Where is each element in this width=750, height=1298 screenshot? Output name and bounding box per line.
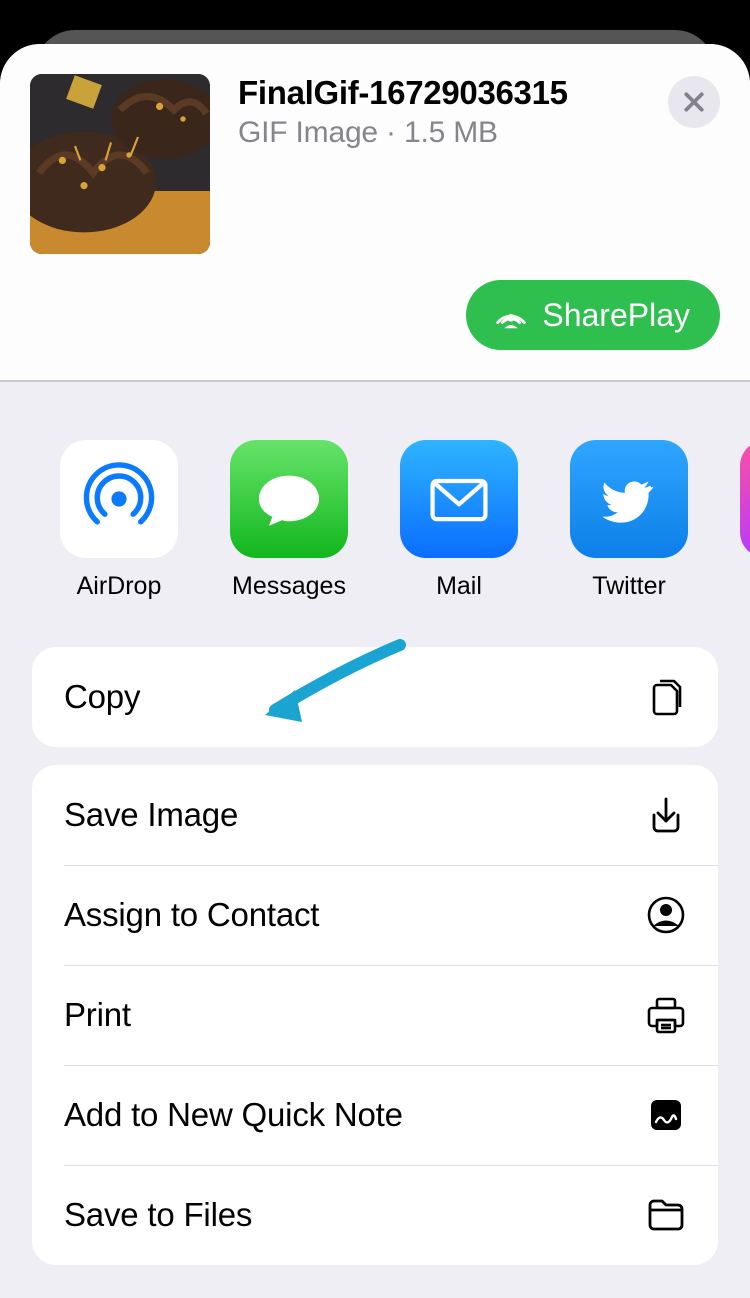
close-icon: [683, 91, 705, 113]
action-group-copy: Copy: [32, 647, 718, 747]
action-quick-note[interactable]: Add to New Quick Note: [32, 1065, 718, 1165]
save-image-icon: [644, 793, 688, 837]
app-row[interactable]: AirDrop Messages Mail: [0, 382, 750, 629]
copy-icon: [644, 675, 688, 719]
app-label: Mail: [436, 572, 482, 601]
action-save-image[interactable]: Save Image: [32, 765, 718, 865]
edit-actions-button[interactable]: Edit Actions…: [32, 1265, 718, 1298]
file-subtitle: GIF Image · 1.5 MB: [238, 116, 658, 150]
action-group-main: Save Image Assign to Contact Print Add t…: [32, 765, 718, 1265]
twitter-icon: [593, 463, 665, 535]
app-mail[interactable]: Mail: [374, 440, 544, 601]
action-save-files[interactable]: Save to Files: [32, 1165, 718, 1265]
file-info: FinalGif-16729036315 GIF Image · 1.5 MB: [238, 74, 658, 150]
app-airdrop[interactable]: AirDrop: [34, 440, 204, 601]
app-label: AirDrop: [77, 572, 162, 601]
print-icon: [644, 993, 688, 1037]
shareplay-icon: [492, 296, 530, 334]
quick-note-icon: [644, 1093, 688, 1137]
action-label: Assign to Contact: [64, 896, 319, 934]
app-label: Messages: [232, 572, 346, 601]
app-label: Twitter: [592, 572, 666, 601]
action-label: Copy: [64, 678, 140, 716]
action-label: Save to Files: [64, 1196, 252, 1234]
file-title: FinalGif-16729036315: [238, 74, 658, 112]
close-button[interactable]: [668, 76, 720, 128]
action-assign-contact[interactable]: Assign to Contact: [32, 865, 718, 965]
app-more[interactable]: Me: [714, 440, 750, 601]
airdrop-icon: [81, 461, 157, 537]
share-sheet: FinalGif-16729036315 GIF Image · 1.5 MB …: [0, 44, 750, 1298]
actions-list: Copy Save Image Assign to Contact Pr: [0, 647, 750, 1298]
file-thumbnail[interactable]: [30, 74, 210, 254]
mail-icon: [422, 462, 496, 536]
app-twitter[interactable]: Twitter: [544, 440, 714, 601]
folder-icon: [644, 1193, 688, 1237]
messages-icon: [250, 460, 328, 538]
action-label: Add to New Quick Note: [64, 1096, 403, 1134]
app-messages[interactable]: Messages: [204, 440, 374, 601]
action-copy[interactable]: Copy: [32, 647, 718, 747]
action-label: Save Image: [64, 796, 238, 834]
shareplay-label: SharePlay: [542, 297, 690, 334]
contact-icon: [644, 893, 688, 937]
action-print[interactable]: Print: [32, 965, 718, 1065]
action-label: Print: [64, 996, 131, 1034]
shareplay-button[interactable]: SharePlay: [466, 280, 720, 350]
share-header: FinalGif-16729036315 GIF Image · 1.5 MB …: [0, 44, 750, 380]
